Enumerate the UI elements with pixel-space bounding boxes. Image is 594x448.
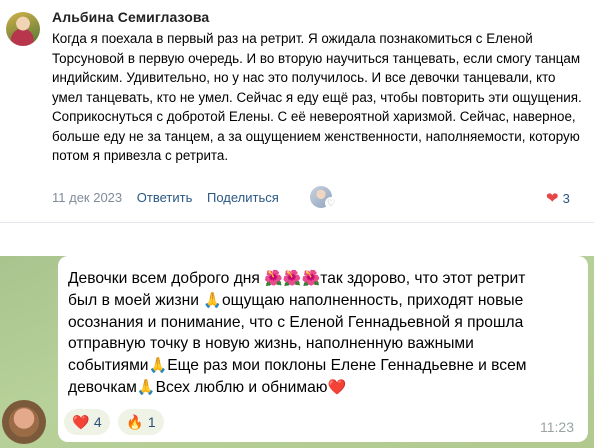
pray-emoji: 🙏 [136,378,156,396]
heart-icon: ❤ [546,190,559,207]
red-heart-emoji: ❤️ [327,378,347,396]
likes-count: 3 [562,191,570,206]
comment-date[interactable]: 11 дек 2023 [52,190,122,205]
like-button[interactable]: ❤ 3 [546,189,570,207]
fire-icon: 🔥 [126,414,144,430]
comment-panel: Альбина Семиглазова Когда я поехала в пе… [0,0,594,222]
reaction-count: 1 [147,414,156,430]
heart-icon: ❤️ [72,414,90,430]
message-time: 11:23 [540,419,574,435]
comment-text: Когда я поехала в первый раз на ретрит. … [52,31,582,163]
share-button[interactable]: Поделиться [207,190,279,205]
divider [0,222,594,223]
author-avatar[interactable] [6,12,40,46]
reaction-fire-chip[interactable]: 🔥 1 [118,409,164,435]
hibiscus-emoji: 🌺🌺🌺 [264,270,321,287]
pray-emoji: 🙏 [148,357,168,375]
reaction-count: 4 [93,414,102,430]
reacted-heart-icon: ♡ [325,197,337,209]
reply-button[interactable]: Ответить [137,190,193,205]
message-text: Девочки всем доброго дня 🌺🌺🌺так здорово,… [68,270,527,396]
pray-emoji: 🙏 [203,291,222,309]
comment-meta: 11 дек 2023 Ответить Поделиться [52,190,290,205]
reaction-heart-chip[interactable]: ❤️ 4 [64,409,110,435]
comment-author[interactable]: Альбина Семиглазова [52,9,209,25]
sender-avatar[interactable] [2,400,46,444]
